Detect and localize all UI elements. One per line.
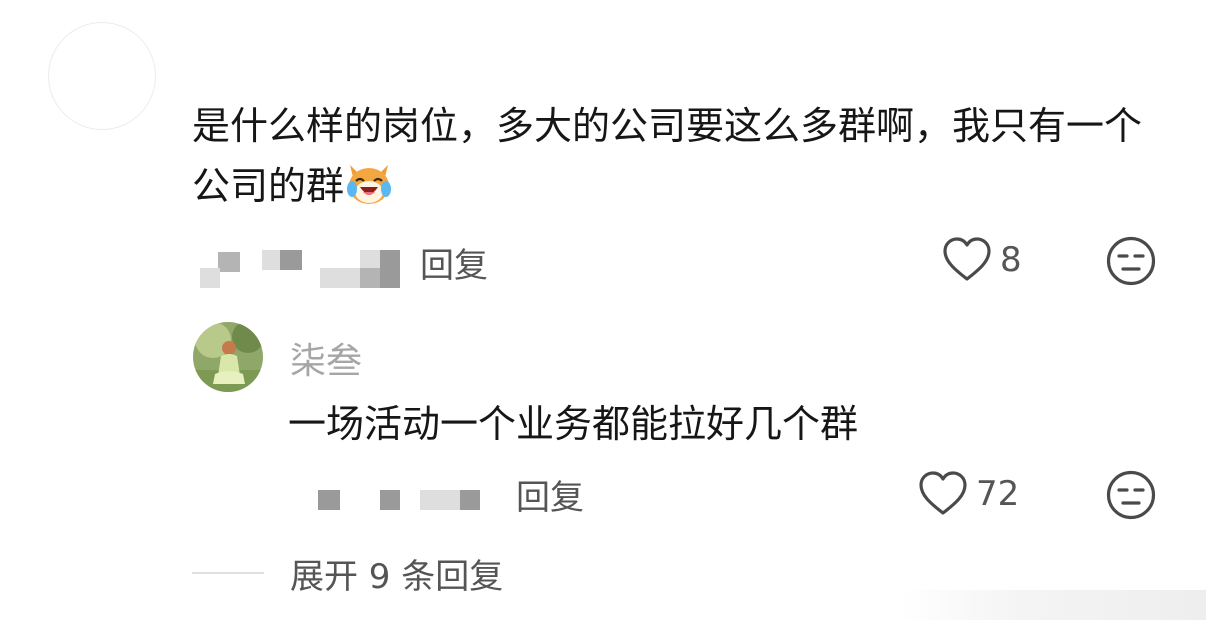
reply-username[interactable]: 柒叁 [290,332,362,384]
comment-body: 是什么样的岗位，多大的公司要这么多群啊，我只有一个公司的群 [192,96,1172,216]
divider [192,572,264,574]
like-button[interactable]: 72 [918,470,1019,518]
dislike-face-icon[interactable] [1106,470,1156,520]
heart-icon [943,237,991,281]
reply-avatar[interactable] [193,322,263,392]
reply-meta-row: 回复 [318,474,618,524]
commenter-avatar[interactable] [48,22,156,130]
comment-text: 是什么样的岗位，多大的公司要这么多群啊，我只有一个公司的群 [192,104,1143,208]
expand-replies-button[interactable]: 展开 9 条回复 [192,548,503,598]
reply-text: 一场活动一个业务都能拉好几个群 [288,402,859,446]
expand-replies-label: 展开 9 条回复 [290,556,504,597]
crying-laughing-cat-icon [347,165,392,204]
dislike-face-icon[interactable] [1106,236,1156,286]
like-count: 8 [1000,240,1022,280]
heart-icon [919,471,967,515]
reply-button[interactable]: 回复 [516,470,584,519]
bottom-fade [900,590,1206,620]
reply-button[interactable]: 回复 [420,238,488,287]
comment-meta-row: 回复 [200,240,1200,290]
like-count: 72 [976,474,1020,514]
like-button[interactable]: 8 [942,236,1022,284]
